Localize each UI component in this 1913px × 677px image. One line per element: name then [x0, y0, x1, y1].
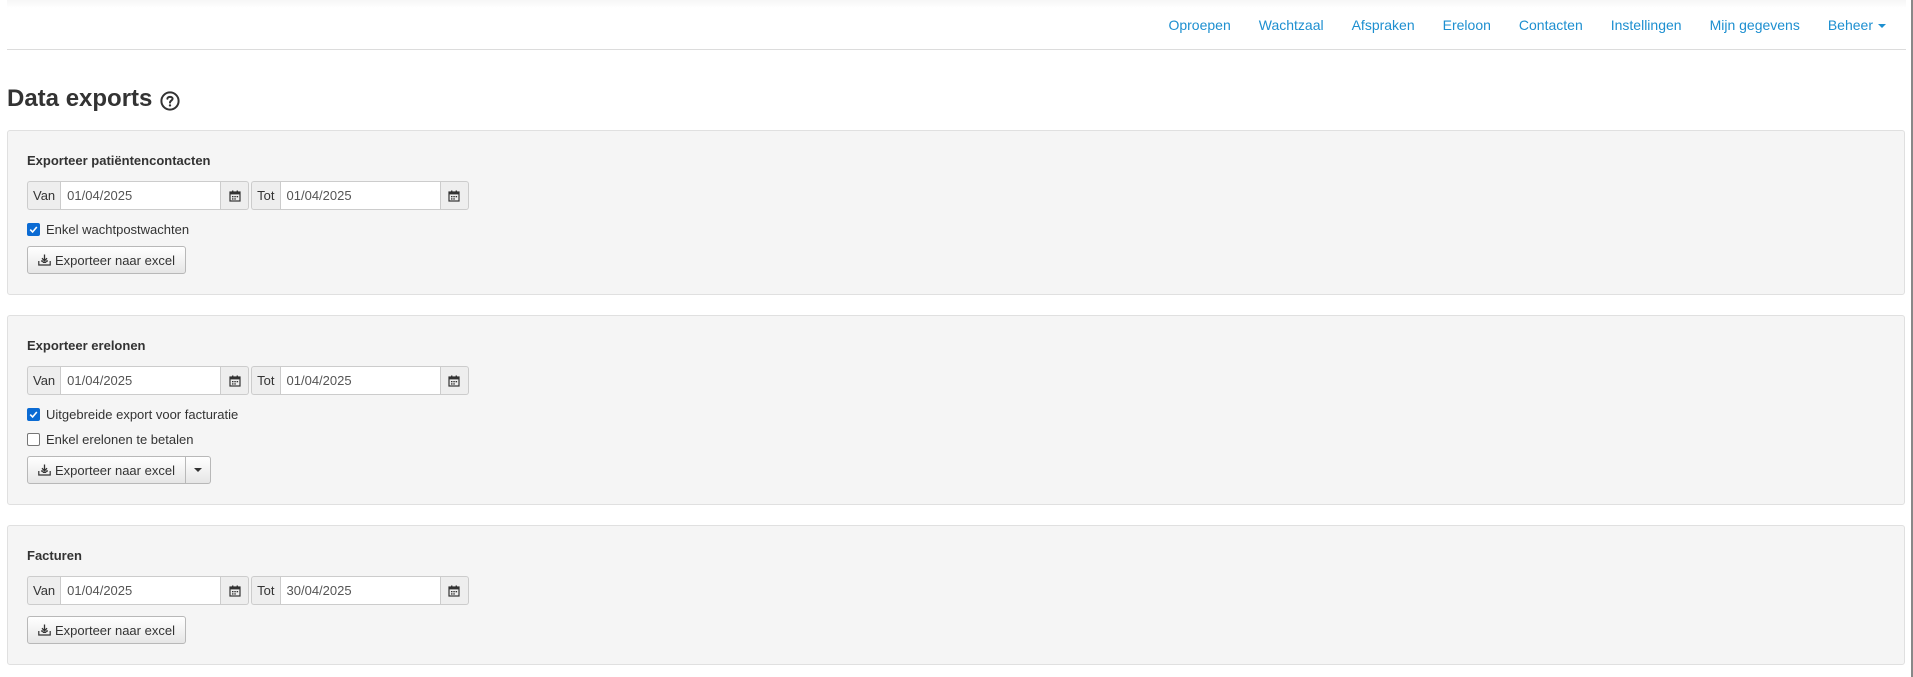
calendar-icon[interactable] — [221, 366, 250, 395]
export-erelonen-panel: Exporteer erelonen Van Tot Uitgebreide e… — [7, 315, 1905, 505]
export-button-group: Exporteer naar excel — [27, 456, 211, 484]
checkbox-label: Enkel erelonen te betalen — [46, 432, 194, 447]
nav-ereloon[interactable]: Ereloon — [1443, 17, 1491, 33]
from-date-input[interactable] — [60, 181, 222, 210]
to-date-input[interactable] — [279, 366, 441, 395]
page-title-text: Data exports — [7, 85, 153, 112]
from-label: Van — [27, 366, 61, 395]
export-button-label: Exporteer naar excel — [55, 622, 175, 638]
download-icon — [38, 254, 51, 266]
checkbox-checked-icon[interactable] — [27, 223, 40, 236]
download-icon — [38, 464, 51, 476]
nav-instellingen[interactable]: Instellingen — [1611, 17, 1682, 33]
to-label: Tot — [251, 576, 280, 605]
export-button-label: Exporteer naar excel — [55, 252, 175, 268]
export-excel-button[interactable]: Exporteer naar excel — [27, 246, 186, 274]
from-date-input[interactable] — [60, 366, 222, 395]
calendar-icon[interactable] — [440, 366, 469, 395]
from-date-group: Van — [27, 366, 250, 395]
export-excel-button[interactable]: Exporteer naar excel — [27, 456, 186, 484]
calendar-icon[interactable] — [440, 181, 469, 210]
nav-mijn-gegevens[interactable]: Mijn gegevens — [1710, 17, 1800, 33]
checkbox-label: Enkel wachtpostwachten — [46, 222, 190, 237]
to-date-group: Tot — [251, 366, 469, 395]
to-date-input[interactable] — [279, 181, 441, 210]
checkbox-label: Uitgebreide export voor facturatie — [46, 407, 239, 422]
enkel-erelonen-te-betalen-checkbox[interactable]: Enkel erelonen te betalen — [27, 432, 193, 447]
date-range: Van Tot — [27, 576, 471, 605]
to-date-input[interactable] — [279, 576, 441, 605]
calendar-icon[interactable] — [440, 576, 469, 605]
question-circle-icon[interactable] — [160, 89, 180, 111]
nav-wachtzaal[interactable]: Wachtzaal — [1259, 17, 1324, 33]
caret-down-icon — [193, 468, 202, 472]
export-button-group: Exporteer naar excel — [27, 246, 186, 274]
export-button-group: Exporteer naar excel — [27, 616, 186, 644]
to-label: Tot — [251, 366, 280, 395]
date-range: Van Tot — [27, 181, 471, 210]
nav-beheer-label: Beheer — [1827, 16, 1873, 33]
main-nav: Oproepen Wachtzaal Afspraken Ereloon Con… — [1140, 0, 1886, 49]
section-title: Facturen — [27, 548, 82, 563]
download-icon — [38, 624, 51, 636]
nav-contacten[interactable]: Contacten — [1519, 17, 1583, 33]
export-button-label: Exporteer naar excel — [55, 462, 175, 478]
date-range: Van Tot — [27, 366, 471, 395]
from-label: Van — [27, 576, 61, 605]
from-date-input[interactable] — [60, 576, 222, 605]
from-date-group: Van — [27, 576, 250, 605]
caret-down-icon — [1878, 23, 1886, 28]
section-title: Exporteer patiëntencontacten — [27, 153, 211, 168]
checkbox-checked-icon[interactable] — [27, 408, 40, 421]
calendar-icon[interactable] — [221, 576, 250, 605]
nav-beheer-dropdown[interactable]: Beheer — [1828, 17, 1886, 33]
facturen-panel: Facturen Van Tot Exporteer naar excel — [7, 525, 1905, 665]
from-date-group: Van — [27, 181, 250, 210]
to-label: Tot — [251, 181, 280, 210]
nav-afspraken[interactable]: Afspraken — [1352, 17, 1415, 33]
to-date-group: Tot — [251, 576, 469, 605]
calendar-icon[interactable] — [221, 181, 250, 210]
to-date-group: Tot — [251, 181, 469, 210]
checkbox-unchecked-icon[interactable] — [27, 433, 40, 446]
page-title: Data exports — [7, 84, 180, 114]
from-label: Van — [27, 181, 61, 210]
nav-oproepen[interactable]: Oproepen — [1168, 17, 1230, 33]
export-patientencontacten-panel: Exporteer patiëntencontacten Van Tot Enk… — [7, 130, 1905, 295]
uitgebreide-export-checkbox[interactable]: Uitgebreide export voor facturatie — [27, 407, 238, 422]
section-title: Exporteer erelonen — [27, 338, 146, 353]
enkel-wachtpostwachten-checkbox[interactable]: Enkel wachtpostwachten — [27, 222, 189, 237]
export-dropdown-toggle[interactable] — [185, 456, 211, 484]
top-navbar: Oproepen Wachtzaal Afspraken Ereloon Con… — [7, 0, 1906, 50]
export-excel-button[interactable]: Exporteer naar excel — [27, 616, 186, 644]
